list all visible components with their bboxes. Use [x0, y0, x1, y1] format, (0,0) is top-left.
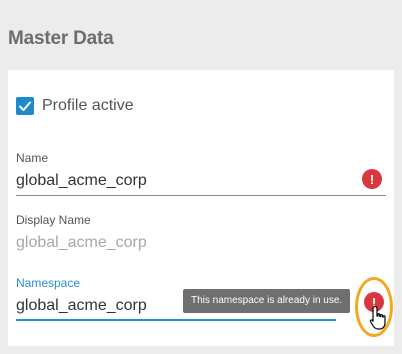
- name-error-icon[interactable]: !: [362, 169, 382, 189]
- profile-active-label: Profile active: [42, 97, 134, 114]
- profile-active-checkbox[interactable]: [16, 97, 34, 115]
- profile-active-row[interactable]: Profile active: [16, 97, 134, 115]
- check-icon: [19, 101, 31, 111]
- section-title: Master Data: [8, 28, 114, 49]
- namespace-label: Namespace: [16, 276, 81, 290]
- display-name-input: global_acme_corp: [16, 234, 147, 251]
- name-field: Name global_acme_corp: [16, 151, 386, 196]
- name-label: Name: [16, 151, 49, 165]
- namespace-error-tooltip: This namespace is already in use.: [183, 289, 351, 313]
- display-name-field: Display Name global_acme_corp: [16, 213, 386, 257]
- name-input[interactable]: global_acme_corp: [16, 171, 386, 196]
- hand-pointer-icon: [369, 305, 386, 330]
- display-name-label: Display Name: [16, 213, 91, 227]
